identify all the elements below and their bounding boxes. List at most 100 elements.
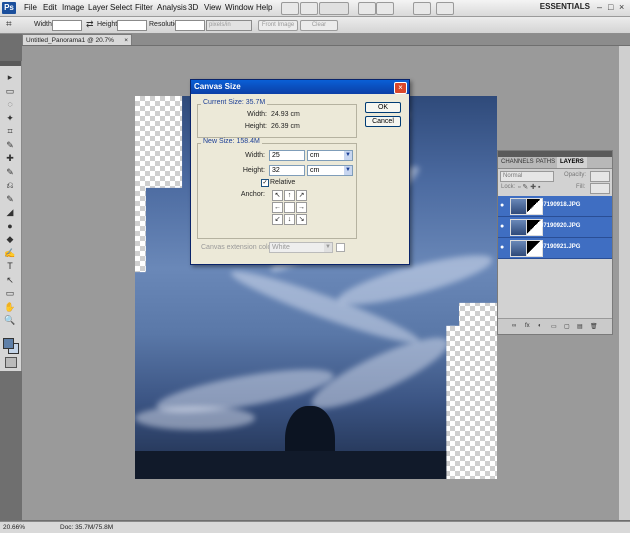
tool-15-icon[interactable]: ↖ [4, 274, 16, 286]
blend-mode-select[interactable]: Normal [500, 171, 554, 182]
layers-footer-icon-4[interactable]: ▢ [564, 323, 570, 330]
layer-row[interactable]: ● 07190920.JPG [498, 217, 612, 238]
close-document-icon[interactable]: × [124, 35, 128, 46]
new-width-input[interactable]: 25 [269, 150, 305, 161]
new-height-input[interactable]: 32 [269, 165, 305, 176]
new-width-unit-select[interactable]: cm ▼ [307, 150, 353, 161]
menu-3d[interactable]: 3D [188, 3, 198, 12]
swap-icon[interactable]: ⇄ [86, 19, 94, 30]
menu-view[interactable]: View [204, 3, 221, 12]
layers-footer-icon-5[interactable]: ▤ [577, 323, 583, 330]
foreground-color-swatch[interactable] [3, 338, 14, 349]
tool-10-icon[interactable]: ◢ [4, 206, 16, 218]
layers-footer-icon-1[interactable]: fx [525, 323, 530, 329]
document-tab[interactable]: Untitled_Panorama1 @ 20.7% (RGB/8) * × [22, 34, 132, 55]
minimize-button[interactable]: – [597, 2, 602, 12]
quick-mask-icon[interactable] [5, 357, 17, 368]
clear-button[interactable]: Clear [300, 20, 338, 31]
mini-bridge-icon[interactable] [300, 2, 318, 15]
width-input[interactable] [52, 20, 82, 31]
zoom-tool-icon[interactable] [376, 2, 394, 15]
tool-3-icon[interactable]: ✦ [4, 112, 16, 124]
menu-bar: Ps File Edit Image Layer Select Filter A… [0, 0, 630, 17]
anchor-cell-0[interactable]: ↖ [272, 190, 283, 201]
front-image-button[interactable]: Front Image [258, 20, 298, 31]
tools-panel-header[interactable] [0, 61, 21, 66]
crop-tool-icon[interactable]: ⌗ [6, 19, 12, 30]
tool-12-icon[interactable]: ◆ [4, 233, 16, 245]
chevron-down-icon: ▼ [324, 243, 332, 252]
maximize-button[interactable]: □ [608, 2, 613, 12]
relative-checkbox[interactable]: ✓ [261, 179, 269, 187]
layers-footer-icon-3[interactable]: ▭ [551, 323, 557, 330]
workspace-switcher[interactable]: ESSENTIALS [540, 2, 590, 11]
tool-17-icon[interactable]: ✋ [4, 301, 16, 313]
tab-channels[interactable]: CHANNELS [498, 157, 537, 168]
tool-13-icon[interactable]: ✍ [4, 247, 16, 259]
layer-row[interactable]: ● 07190918.JPG [498, 196, 612, 217]
ok-button[interactable]: OK [365, 102, 401, 113]
tool-8-icon[interactable]: ⎌ [4, 179, 16, 191]
height-input[interactable] [117, 20, 147, 31]
tool-11-icon[interactable]: ● [4, 220, 16, 232]
lock-icons[interactable]: ▫ ✎ ✚ ▪ [518, 183, 541, 191]
layers-footer-icon-0[interactable]: ∞ [512, 323, 516, 329]
tool-4-icon[interactable]: ⌗ [4, 125, 16, 137]
menu-image[interactable]: Image [62, 3, 84, 12]
menu-select[interactable]: Select [110, 3, 132, 12]
tab-paths[interactable]: PATHS [533, 157, 558, 168]
anchor-cell-5[interactable]: → [296, 202, 307, 213]
opacity-input[interactable] [590, 171, 610, 182]
new-height-unit-select[interactable]: cm ▼ [307, 165, 353, 176]
canvas-extension-color-select[interactable]: White ▼ [269, 242, 333, 253]
menu-help[interactable]: Help [256, 3, 272, 12]
anchor-cell-2[interactable]: ↗ [296, 190, 307, 201]
tool-16-icon[interactable]: ▭ [4, 287, 16, 299]
zoom-level[interactable]: 20.66% [3, 522, 25, 533]
visibility-eye-icon[interactable]: ● [500, 223, 507, 230]
resolution-unit-select[interactable]: pixels/in [206, 20, 252, 31]
menu-file[interactable]: File [24, 3, 37, 12]
anchor-cell-7[interactable]: ↓ [284, 214, 295, 225]
screen-mode-icon[interactable] [436, 2, 454, 15]
tool-14-icon[interactable]: T [4, 260, 16, 272]
tab-layers[interactable]: LAYERS [557, 157, 587, 168]
dialog-title[interactable]: Canvas Size [191, 80, 409, 94]
layers-panel: CHANNELS PATHS LAYERS Normal Opacity: Lo… [497, 150, 613, 335]
right-scrollbar[interactable] [619, 46, 630, 520]
tool-7-icon[interactable]: ✎ [4, 166, 16, 178]
zoom-field[interactable] [319, 2, 349, 15]
tool-9-icon[interactable]: ✎ [4, 193, 16, 205]
anchor-cell-3[interactable]: ← [272, 202, 283, 213]
tool-1-icon[interactable]: ▭ [4, 85, 16, 97]
tool-5-icon[interactable]: ✎ [4, 139, 16, 151]
anchor-cell-6[interactable]: ↙ [272, 214, 283, 225]
menu-edit[interactable]: Edit [43, 3, 57, 12]
bridge-icon[interactable] [281, 2, 299, 15]
anchor-cell-8[interactable]: ↘ [296, 214, 307, 225]
hand-tool-icon[interactable] [358, 2, 376, 15]
menu-layer[interactable]: Layer [88, 3, 108, 12]
visibility-eye-icon[interactable]: ● [500, 244, 507, 251]
dialog-close-button[interactable]: × [394, 82, 407, 94]
layers-footer-icon-2[interactable]: ◐ [538, 323, 542, 329]
tool-0-icon[interactable]: ▸ [4, 71, 16, 83]
layers-footer-icon-6[interactable]: 🗑 [590, 323, 598, 330]
arrange-documents-icon[interactable] [413, 2, 431, 15]
canvas-size-dialog: Canvas Size × Current Size: 35.7M Width:… [190, 79, 410, 265]
tool-18-icon[interactable]: 🔍 [4, 314, 16, 326]
close-window-button[interactable]: × [619, 2, 624, 12]
visibility-eye-icon[interactable]: ● [500, 202, 507, 209]
resolution-input[interactable] [175, 20, 205, 31]
layer-row[interactable]: ● 07190921.JPG [498, 238, 612, 259]
fill-input[interactable] [590, 183, 610, 194]
menu-filter[interactable]: Filter [135, 3, 153, 12]
extension-color-swatch[interactable] [336, 243, 345, 252]
tool-6-icon[interactable]: ✚ [4, 152, 16, 164]
menu-window[interactable]: Window [225, 3, 253, 12]
tool-2-icon[interactable]: ◌ [4, 98, 16, 110]
anchor-cell-4[interactable] [284, 202, 295, 213]
menu-analysis[interactable]: Analysis [157, 3, 187, 12]
cancel-button[interactable]: Cancel [365, 116, 401, 127]
anchor-cell-1[interactable]: ↑ [284, 190, 295, 201]
